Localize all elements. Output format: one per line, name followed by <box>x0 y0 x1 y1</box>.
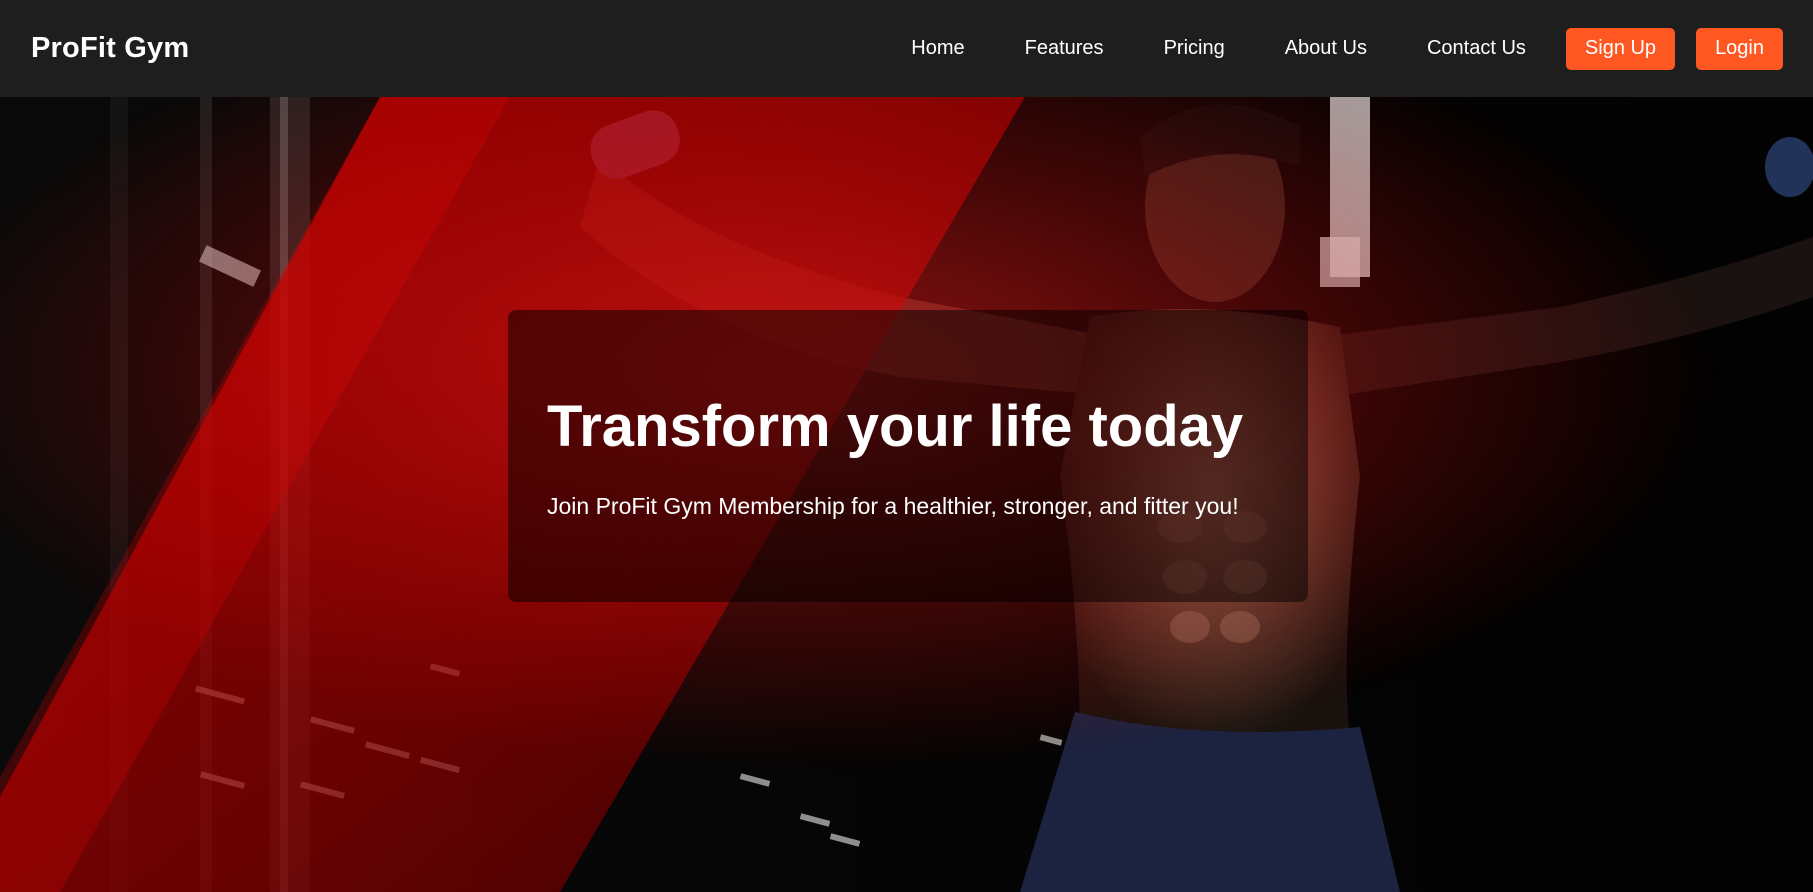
nav-link-about-us[interactable]: About Us <box>1285 37 1367 60</box>
nav-link-contact-us[interactable]: Contact Us <box>1427 37 1526 60</box>
hero-section: Transform your life today Join ProFit Gy… <box>0 97 1813 892</box>
sign-up-button[interactable]: Sign Up <box>1565 27 1676 70</box>
hero-card: Transform your life today Join ProFit Gy… <box>508 310 1308 602</box>
hero-subtitle: Join ProFit Gym Membership for a healthi… <box>547 493 1239 519</box>
nav-link-features[interactable]: Features <box>1025 37 1104 60</box>
login-button[interactable]: Login <box>1696 27 1783 70</box>
hero-title: Transform your life today <box>547 394 1244 459</box>
top-navbar: ProFit Gym Home Features Pricing About U… <box>0 0 1813 97</box>
nav-link-home[interactable]: Home <box>911 37 964 60</box>
nav-links: Home Features Pricing About Us Contact U… <box>911 27 1783 70</box>
nav-link-pricing[interactable]: Pricing <box>1164 37 1225 60</box>
brand-logo[interactable]: ProFit Gym <box>31 32 189 65</box>
